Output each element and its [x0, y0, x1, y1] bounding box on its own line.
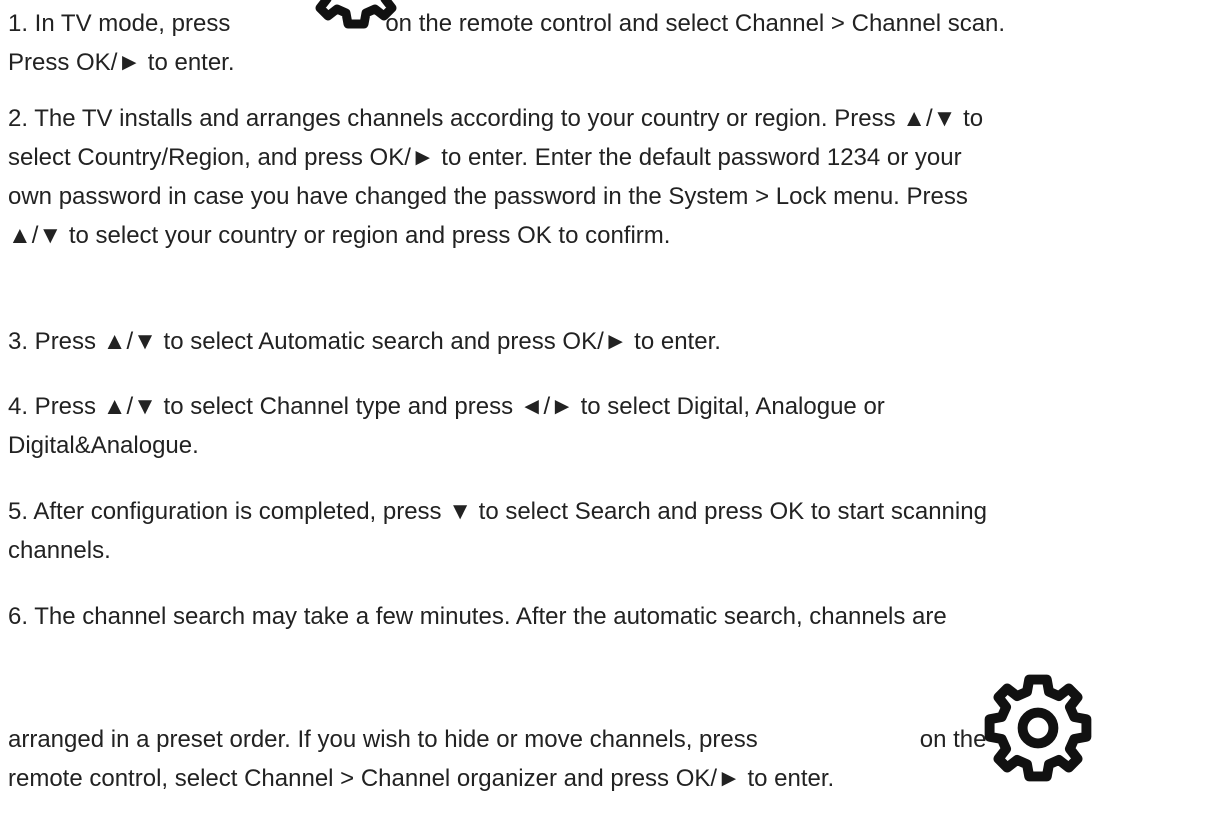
step-2-line-3: own password in case you have changed th…: [8, 183, 968, 210]
step-2-line-4: ▲/▼ to select your country or region and…: [8, 222, 671, 249]
step-5-line-1: 5. After configuration is completed, pre…: [8, 498, 987, 525]
step-1-line-1: 1. In TV mode, press on the remote contro…: [8, 10, 1006, 37]
step-6-line-1: 6. The channel search may take a few min…: [8, 603, 947, 630]
step-2-line-2: select Country/Region, and press OK/► to…: [8, 144, 962, 171]
step-3: 3. Press ▲/▼ to select Automatic search …: [8, 322, 1204, 361]
step-4-line-1: 4. Press ▲/▼ to select Channel type and …: [8, 393, 885, 420]
gear-icon: [984, 674, 1092, 782]
step-1-line-2: Press OK/► to enter.: [8, 49, 235, 76]
step-4: 4. Press ▲/▼ to select Channel type and …: [8, 387, 1204, 465]
gear-icon: [315, 0, 397, 29]
step-3-line-1: 3. Press ▲/▼ to select Automatic search …: [8, 328, 721, 355]
step-4-line-2: Digital&Analogue.: [8, 432, 199, 459]
step-2-line-1: 2. The TV installs and arranges channels…: [8, 105, 984, 132]
step-5-line-2: channels.: [8, 537, 111, 564]
step-5: 5. After configuration is completed, pre…: [8, 492, 1204, 570]
step-1: 1. In TV mode, press on the remote contro…: [8, 4, 1204, 82]
step-2: 2. The TV installs and arranges channels…: [8, 99, 1204, 255]
